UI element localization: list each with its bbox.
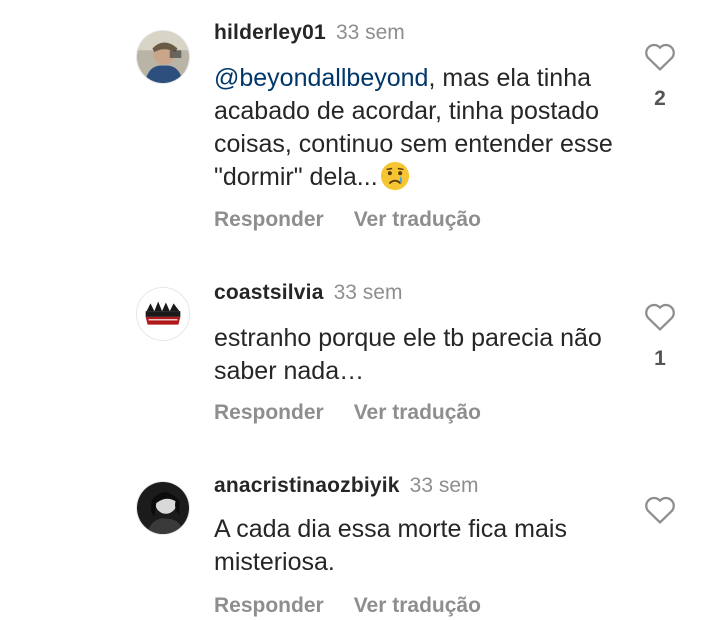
- see-translation-button[interactable]: Ver tradução: [354, 208, 481, 231]
- reply-button[interactable]: Responder: [214, 594, 324, 617]
- see-translation-button[interactable]: Ver tradução: [354, 594, 481, 617]
- like-count: 2: [654, 87, 666, 110]
- heart-icon[interactable]: [643, 493, 677, 525]
- heart-icon[interactable]: [643, 40, 677, 72]
- see-translation-button[interactable]: Ver tradução: [354, 401, 481, 424]
- like-control: [642, 493, 678, 525]
- comment-text: A cada dia essa morte fica mais misterio…: [214, 513, 624, 579]
- comment-header: hilderley01 33 sem: [214, 20, 405, 46]
- user-photo-icon: [137, 31, 189, 83]
- comment-item: hilderley01 33 sem @beyondallbeyond, mas …: [0, 20, 720, 250]
- like-count: 1: [654, 347, 666, 370]
- like-control: 2: [642, 40, 678, 112]
- reply-button[interactable]: Responder: [214, 401, 324, 424]
- comment-actions: Responder Ver tradução: [214, 207, 481, 233]
- heart-icon[interactable]: [643, 300, 677, 332]
- comment-actions: Responder Ver tradução: [214, 593, 481, 619]
- timestamp: 33 sem: [409, 474, 479, 497]
- username[interactable]: hilderley01: [214, 21, 326, 44]
- like-control: 1: [642, 300, 678, 372]
- comment-body: A cada dia essa morte fica mais misterio…: [214, 515, 567, 576]
- crying-face-emoji-icon: [380, 161, 409, 191]
- comment-item: anacristinaozbiyik 33 sem A cada dia essa…: [0, 473, 720, 620]
- timestamp: 33 sem: [335, 21, 405, 44]
- comment-header: coastsilvia 33 sem: [214, 280, 402, 306]
- username[interactable]: anacristinaozbiyik: [214, 474, 400, 497]
- reply-button[interactable]: Responder: [214, 208, 324, 231]
- user-logo-icon: [137, 288, 189, 340]
- username[interactable]: coastsilvia: [214, 281, 324, 304]
- comment-item: coastsilvia 33 sem estranho porque ele tb…: [0, 280, 720, 440]
- comment-actions: Responder Ver tradução: [214, 400, 481, 426]
- mention-link[interactable]: @beyondallbeyond: [214, 64, 428, 92]
- user-photo-icon: [137, 482, 189, 534]
- timestamp: 33 sem: [333, 281, 403, 304]
- avatar[interactable]: [136, 287, 190, 341]
- comment-text: @beyondallbeyond, mas ela tinha acabado …: [214, 62, 634, 194]
- avatar[interactable]: [136, 30, 190, 84]
- comment-body: estranho porque ele tb parecia não saber…: [214, 324, 602, 385]
- comment-header: anacristinaozbiyik 33 sem: [214, 473, 479, 499]
- avatar[interactable]: [136, 481, 190, 535]
- comment-text: estranho porque ele tb parecia não saber…: [214, 322, 614, 388]
